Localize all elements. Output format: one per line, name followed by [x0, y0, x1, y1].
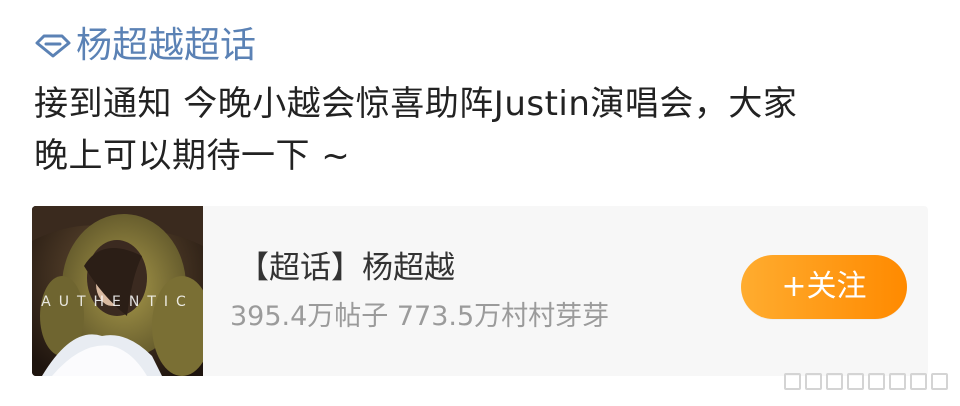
post-text-line-2: 晚上可以期待一下 ~ [34, 136, 351, 176]
watermark-icon [780, 373, 948, 390]
watermark-square [805, 373, 822, 390]
diamond-icon [34, 32, 74, 60]
watermark-square [826, 373, 843, 390]
watermark-square [784, 373, 801, 390]
super-topic-card[interactable]: AUTHENTIC 【超话】杨超越 395.4万帖子 773.5万村村芽芽 +关… [32, 206, 928, 376]
watermark-square [931, 373, 948, 390]
watermark-square [847, 373, 864, 390]
watermark-square [868, 373, 885, 390]
post-text-line-1: 接到通知 今晚小越会惊喜助阵Justin演唱会，大家 [34, 84, 798, 124]
card-stats: 395.4万帖子 773.5万村村芽芽 [230, 301, 610, 332]
post-text: 接到通知 今晚小越会惊喜助阵Justin演唱会，大家 晚上可以期待一下 ~ [34, 78, 934, 182]
topic-link[interactable]: 杨超越超话 [34, 20, 256, 72]
watermark-square [910, 373, 927, 390]
topic-link-label: 杨超越超话 [76, 25, 257, 66]
follow-button[interactable]: +关注 [741, 255, 907, 319]
cover-text: AUTHENTIC [41, 294, 194, 310]
cover-image: AUTHENTIC [32, 206, 203, 376]
watermark-square [889, 373, 906, 390]
card-title: 【超话】杨超越 [238, 250, 455, 286]
